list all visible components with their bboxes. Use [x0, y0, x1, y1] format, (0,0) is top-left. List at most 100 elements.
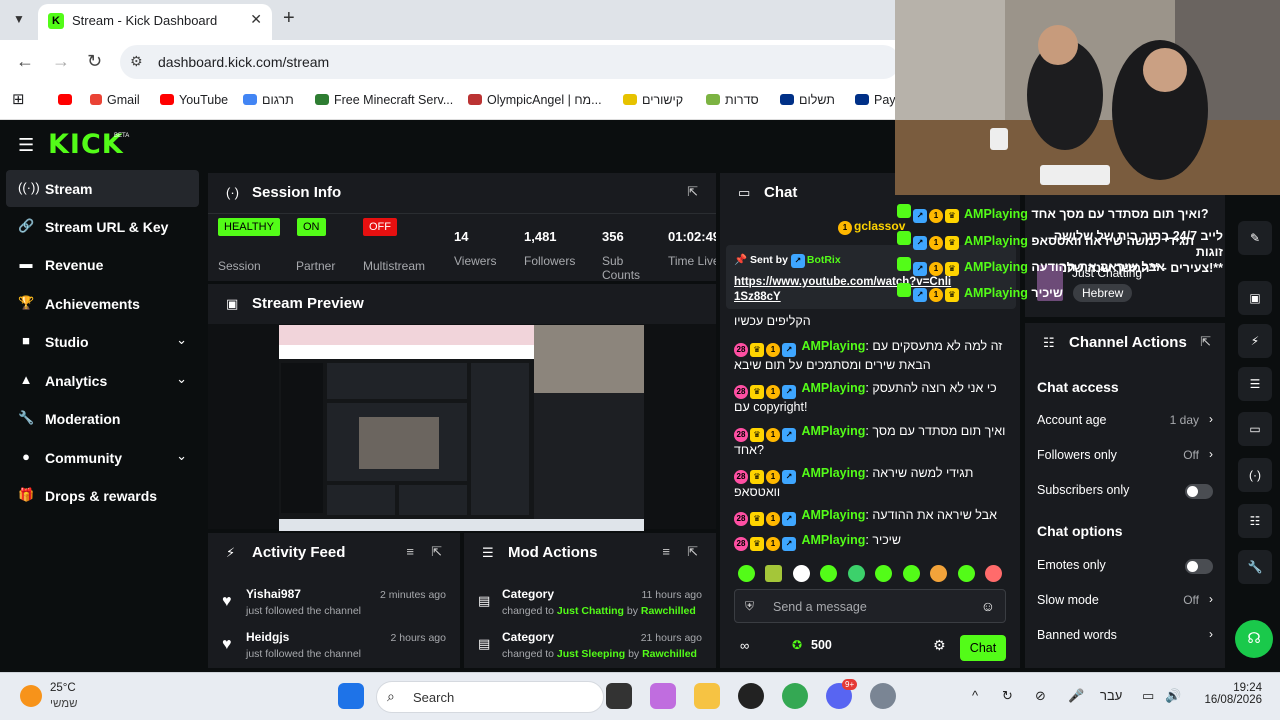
forward-icon[interactable]: → [52, 51, 70, 72]
subscribers-only-toggle[interactable] [1185, 484, 1213, 499]
chat-message[interactable]: 28 ♛ 1 ↗ AMPlaying: ואיך תום מסתדר עם מסך א… [734, 423, 1014, 459]
support-headset-icon[interactable]: ☊ [1235, 620, 1273, 658]
send-chat-button[interactable]: Chat [960, 635, 1006, 661]
chat-message[interactable]: 28 ♛ 1 ↗ AMPlaying: אבל שיראה את ההודעה [734, 507, 1014, 526]
reload-icon[interactable]: ↻ [87, 51, 102, 72]
url-field[interactable]: ⚙ dashboard.kick.com/stream [120, 45, 900, 79]
chat-trail-text: הקליפים עכשיו [734, 314, 811, 328]
volume-icon[interactable]: 🔊 [1165, 688, 1181, 704]
language-indicator[interactable]: עבר [1100, 688, 1122, 703]
weather-temp[interactable]: 25°C [50, 682, 76, 694]
copilot-icon[interactable] [650, 683, 676, 709]
popout-icon[interactable]: ⇱ [1200, 334, 1211, 350]
emote-icon[interactable] [875, 565, 892, 582]
sidebar-item-analytics[interactable]: ▲ Analytics ⌄ [6, 362, 199, 399]
stream-video[interactable] [279, 325, 644, 531]
chat-icon[interactable]: ▭ [1238, 412, 1272, 446]
channel-points[interactable]: 500 [811, 638, 832, 652]
microphone-icon[interactable]: 🎤 [1068, 688, 1084, 704]
back-icon[interactable]: ← [16, 51, 34, 72]
bookmark-translate[interactable]: תרגום [243, 93, 294, 107]
filter-icon[interactable]: ≡ [406, 544, 414, 559]
emote-icon[interactable] [848, 565, 865, 582]
preview-icon[interactable]: ▣ [1238, 281, 1272, 315]
list-icon: ☰ [482, 545, 494, 560]
bookmark-olympicangel[interactable]: OlympicAngel | מח... [468, 93, 602, 107]
emoji-icon[interactable]: ☺ [981, 598, 995, 614]
menu-icon[interactable]: ☰ [18, 135, 34, 156]
sliders-icon[interactable]: ☷ [1238, 504, 1272, 538]
bookmark-youtube[interactable]: YouTube [160, 93, 228, 107]
taskbar-clock[interactable]: 19:24 16/08/2026 [1204, 682, 1262, 706]
emote-icon[interactable] [738, 565, 755, 582]
infinity-icon[interactable]: ∞ [740, 638, 749, 653]
sidebar-item-community[interactable]: ● Community ⌄ [6, 439, 199, 476]
file-explorer-icon[interactable] [694, 683, 720, 709]
new-tab-button[interactable]: + [283, 7, 295, 30]
windows-start-icon[interactable] [338, 683, 364, 709]
bookmark-gmail[interactable]: Gmail [90, 93, 140, 107]
sidebar-item-achievements[interactable]: 🏆 Achievements [6, 285, 199, 322]
active-tab[interactable]: K Stream - Kick Dashboard ✕ [38, 4, 272, 40]
emote-icon[interactable] [958, 565, 975, 582]
emotes-only-toggle[interactable] [1185, 559, 1213, 574]
edit-icon[interactable]: ✎ [1238, 221, 1272, 255]
emote-icon[interactable] [765, 565, 782, 582]
sidebar-item-revenue[interactable]: ▬ Revenue [6, 246, 199, 283]
task-view-icon[interactable] [606, 683, 632, 709]
emote-icon[interactable] [930, 565, 947, 582]
chat-message[interactable]: 28 ♛ 1 ↗ AMPlaying: זה למה לא מתעסקים עם הב… [734, 338, 1014, 374]
chat-message[interactable]: 28 ♛ 1 ↗ AMPlaying: תגידי למשה שיראה וואטסא… [734, 465, 1014, 501]
sync-icon[interactable]: ↻ [1002, 688, 1013, 704]
bookmark-payment[interactable]: תשלום [780, 93, 835, 107]
setting-subscribers-only[interactable]: Subscribers only [1037, 481, 1215, 501]
emote-icon[interactable] [903, 565, 920, 582]
close-icon[interactable]: ✕ [250, 11, 262, 28]
bookmark-links[interactable]: קישורים [623, 93, 683, 107]
sidebar-item-studio[interactable]: ■ Studio ⌄ [6, 323, 199, 360]
setting-banned-words[interactable]: Banned words › [1037, 626, 1215, 646]
popout-icon[interactable]: ⇱ [687, 544, 698, 560]
sidebar-item-stream[interactable]: ((·)) Stream [6, 170, 199, 207]
bookmark-minecraft[interactable]: Free Minecraft Serv... [315, 93, 453, 107]
tab-list-button[interactable]: ▼ [8, 8, 30, 30]
list-icon[interactable]: ☰ [1238, 367, 1272, 401]
setting-account-age[interactable]: Account age 1 day › [1037, 411, 1215, 431]
settings-icon[interactable]: ⚙ [933, 637, 946, 654]
kick-logo[interactable]: KICK [48, 129, 124, 160]
emote-icon[interactable] [820, 565, 837, 582]
sun-icon[interactable] [20, 685, 42, 707]
emote-icon[interactable] [793, 565, 810, 582]
chat-message[interactable]: 28 ♛ 1 ↗ AMPlaying: כי אני לא רוצה להתעסק ע… [734, 380, 1014, 416]
broadcast-icon[interactable]: (·) [1238, 458, 1272, 492]
setting-followers-only[interactable]: Followers only Off › [1037, 446, 1215, 466]
chrome-icon[interactable] [782, 683, 808, 709]
emote-icon[interactable] [985, 565, 1002, 582]
chat-message[interactable]: 28 ♛ 1 ↗ AMPlaying: שיכיר [734, 532, 1014, 551]
steam-icon[interactable] [738, 683, 764, 709]
revenue-icon: ▬ [19, 256, 33, 271]
lightning-icon[interactable]: ⚡ [1238, 324, 1272, 358]
network-icon[interactable]: ⊘ [1035, 688, 1046, 704]
setting-slow-mode[interactable]: Slow mode Off › [1037, 591, 1215, 611]
setting-emotes-only[interactable]: Emotes only [1037, 556, 1215, 576]
bookmark-series[interactable]: סדרות [706, 93, 759, 107]
taskbar-search[interactable]: ⌕ Search [376, 681, 604, 713]
chevron-up-icon[interactable]: ^ [972, 688, 978, 703]
chat-input[interactable]: ⛨ Send a message ☺ [734, 589, 1006, 623]
monitor-icon[interactable]: ▭ [1142, 688, 1154, 704]
sidebar-item-drops-rewards[interactable]: 🎁 Drops & rewards [6, 477, 199, 514]
apps-grid-icon[interactable]: ⊞ [12, 90, 25, 108]
sidebar-item-stream-url-key[interactable]: 🔗 Stream URL & Key [6, 208, 199, 245]
wrench-icon[interactable]: 🔧 [1238, 550, 1272, 584]
category-icon: ▤ [478, 636, 491, 651]
weather-condition[interactable]: שמשי [50, 698, 78, 710]
site-info-icon[interactable]: ⚙ [130, 53, 143, 70]
popout-icon[interactable]: ⇱ [431, 544, 442, 560]
bookmark-youtube-icon[interactable] [58, 93, 77, 107]
popout-icon[interactable]: ⇱ [687, 184, 698, 200]
bookmark-pay[interactable]: Pay [855, 93, 896, 107]
settings-icon[interactable] [870, 683, 896, 709]
filter-icon[interactable]: ≡ [662, 544, 670, 559]
sidebar-item-moderation[interactable]: 🔧 Moderation [6, 400, 199, 437]
